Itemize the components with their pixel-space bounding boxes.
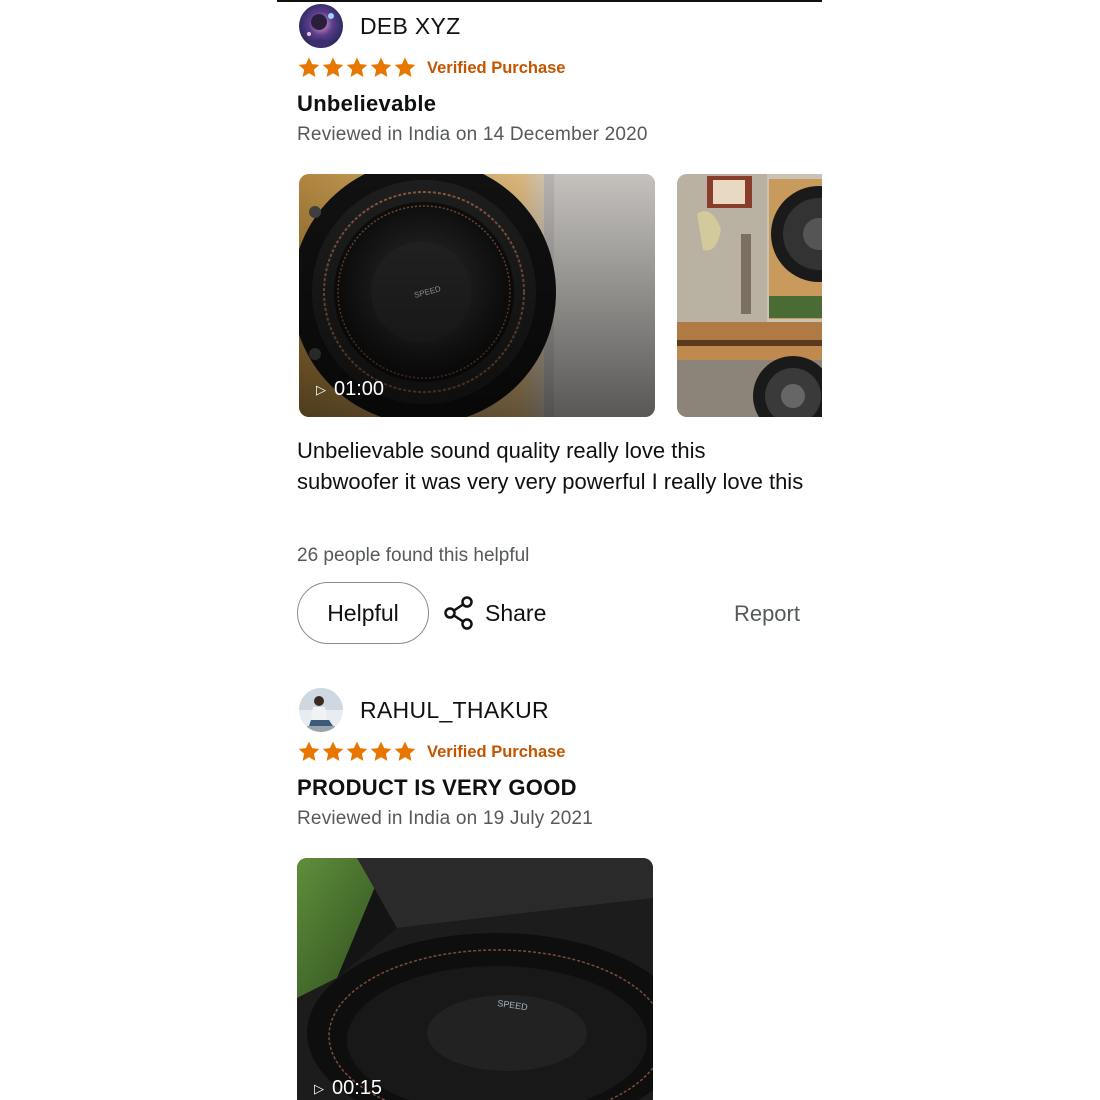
helpful-button[interactable]: Helpful bbox=[297, 582, 429, 644]
report-link[interactable]: Report bbox=[734, 601, 800, 627]
reviewer-name[interactable]: RAHUL_THAKUR bbox=[360, 697, 549, 724]
star-icon bbox=[298, 741, 320, 761]
review-date: Reviewed in India on 19 July 2021 bbox=[297, 808, 594, 829]
verified-purchase-badge: Verified Purchase bbox=[427, 742, 566, 761]
review-video-thumbnail[interactable]: SPEED ▷ 01:00 bbox=[299, 174, 655, 417]
review-video-thumbnail[interactable]: SPEED ▷ 00:15 bbox=[297, 858, 653, 1100]
video-duration: ▷ 01:00 bbox=[316, 378, 385, 400]
reviewer-profile[interactable]: RAHUL_THAKUR bbox=[299, 688, 549, 732]
star-icon bbox=[370, 57, 392, 77]
star-icon bbox=[346, 741, 368, 761]
rating-row: Verified Purchase bbox=[297, 740, 566, 764]
review-image-thumbnail[interactable] bbox=[677, 174, 822, 417]
share-icon bbox=[444, 596, 473, 630]
play-icon: ▷ bbox=[316, 381, 326, 397]
star-icon bbox=[322, 741, 344, 761]
avatar bbox=[299, 688, 343, 732]
reviewer-name[interactable]: DEB XYZ bbox=[360, 13, 461, 40]
review-title: Unbelievable bbox=[297, 91, 437, 116]
star-icon bbox=[298, 57, 320, 77]
star-icon bbox=[346, 57, 368, 77]
review-actions: Helpful Share Report bbox=[297, 582, 802, 646]
play-icon: ▷ bbox=[314, 1080, 324, 1096]
star-rating[interactable] bbox=[297, 56, 417, 80]
video-duration: ▷ 00:15 bbox=[314, 1077, 383, 1099]
review-body: Unbelievable sound quality really love t… bbox=[297, 438, 804, 494]
avatar bbox=[299, 4, 343, 48]
reviewer-profile[interactable]: DEB XYZ bbox=[299, 4, 461, 48]
verified-purchase-badge: Verified Purchase bbox=[427, 58, 566, 77]
star-icon bbox=[394, 741, 416, 761]
share-button[interactable]: Share bbox=[443, 596, 546, 630]
star-rating[interactable] bbox=[297, 740, 417, 764]
reviews-list: DEB XYZ Verified Purchase Unbelievable R… bbox=[277, 0, 822, 1100]
star-icon bbox=[394, 57, 416, 77]
helpful-count: 26 people found this helpful bbox=[297, 545, 530, 566]
star-icon bbox=[322, 57, 344, 77]
rating-row: Verified Purchase bbox=[297, 56, 566, 80]
star-icon bbox=[370, 741, 392, 761]
review-title: PRODUCT IS VERY GOOD bbox=[297, 775, 577, 800]
review-date: Reviewed in India on 14 December 2020 bbox=[297, 124, 648, 145]
